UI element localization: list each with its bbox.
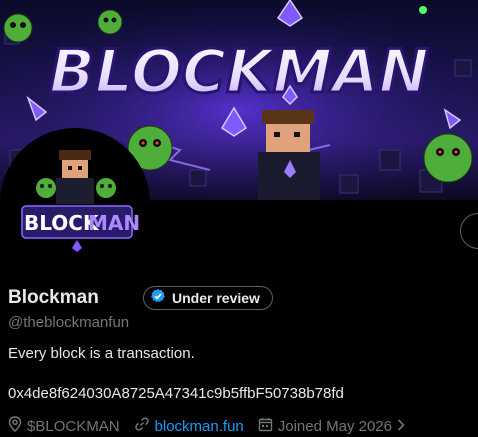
banner-title: BLOCKMAN — [49, 37, 429, 107]
badge-label: Under review — [172, 290, 260, 306]
joined-item: Joined May 2026 — [258, 417, 405, 436]
avatar-logo-man: MAN — [88, 211, 140, 235]
profile-address: 0x4de8f624030A8725A47341c9b5ffbF50738b78… — [8, 385, 344, 402]
profile-handle: @theblockmanfun — [8, 314, 130, 331]
verification-badge[interactable]: Under review — [143, 286, 273, 310]
calendar-icon — [258, 417, 273, 436]
profile-meta: $BLOCKMAN blockman.fun Joined May 2026 — [8, 416, 419, 436]
website-link[interactable]: blockman.fun — [155, 418, 244, 435]
profile-avatar[interactable]: BLOCK MAN — [0, 128, 150, 278]
location-pin-icon — [8, 416, 22, 436]
verified-check-icon — [150, 288, 166, 309]
banner-character — [258, 110, 320, 200]
joined-text: Joined May 2026 — [277, 417, 392, 435]
location-item: $BLOCKMAN — [8, 416, 120, 436]
profile-bio: Every block is a transaction. — [8, 345, 195, 362]
chevron-right-icon[interactable] — [397, 418, 405, 435]
more-options-button[interactable] — [460, 213, 478, 249]
website-item[interactable]: blockman.fun — [134, 416, 244, 436]
location-text: $BLOCKMAN — [27, 417, 120, 435]
profile-name: Blockman — [8, 287, 99, 308]
link-icon — [134, 416, 150, 436]
